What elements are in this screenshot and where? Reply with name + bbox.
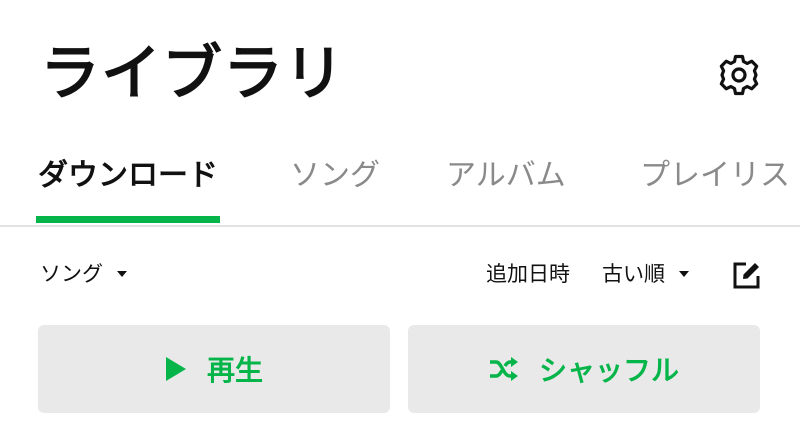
active-tab-indicator bbox=[36, 216, 220, 223]
caret-down-icon bbox=[117, 271, 127, 277]
tab-playlists[interactable]: プレイリスト bbox=[640, 148, 800, 226]
library-screen: ライブラリ ダウンロード ソング アルバム プレイリスト ソング 追加日時 古い… bbox=[0, 0, 800, 441]
sort-field-label[interactable]: 追加日時 bbox=[486, 258, 570, 288]
library-tabs: ダウンロード ソング アルバム プレイリスト bbox=[0, 148, 800, 228]
play-label: 再生 bbox=[206, 354, 263, 387]
shuffle-button[interactable]: シャッフル bbox=[408, 325, 760, 413]
tab-downloads[interactable]: ダウンロード bbox=[38, 148, 218, 226]
filter-row: ソング 追加日時 古い順 bbox=[0, 250, 800, 300]
settings-button[interactable] bbox=[714, 52, 764, 98]
edit-icon bbox=[733, 262, 760, 289]
sort-order-label: 古い順 bbox=[602, 262, 665, 286]
type-filter-dropdown[interactable]: ソング bbox=[40, 258, 127, 288]
sort-order-dropdown[interactable]: 古い順 bbox=[602, 258, 689, 288]
tab-songs[interactable]: ソング bbox=[290, 148, 380, 226]
tabs-divider bbox=[0, 225, 800, 227]
page-title: ライブラリ bbox=[40, 39, 345, 109]
tab-albums[interactable]: アルバム bbox=[446, 148, 566, 226]
play-icon bbox=[165, 356, 187, 382]
edit-button[interactable] bbox=[730, 258, 764, 292]
shuffle-icon bbox=[489, 356, 519, 382]
play-button[interactable]: 再生 bbox=[38, 325, 390, 413]
shuffle-label: シャッフル bbox=[538, 354, 679, 387]
caret-down-icon bbox=[679, 271, 689, 277]
type-filter-label: ソング bbox=[40, 262, 103, 286]
gear-icon bbox=[719, 54, 759, 96]
